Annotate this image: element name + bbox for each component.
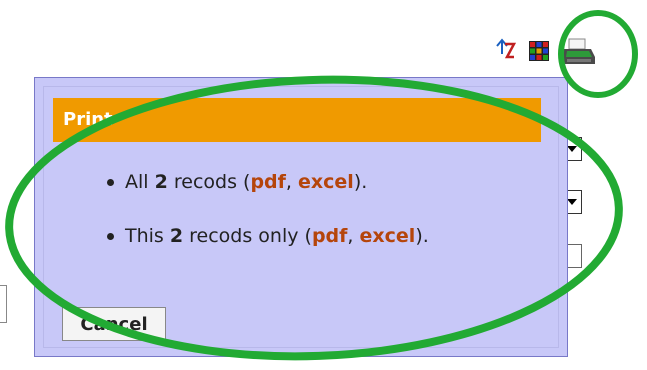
list-item: All 2 recods (pdf, excel).: [107, 171, 429, 225]
option-text: recods (: [167, 171, 251, 193]
background-input[interactable]: [0, 285, 7, 323]
print-dialog: Print All 2 recods (pdf, excel). This 2 …: [34, 77, 568, 357]
pdf-link[interactable]: pdf: [250, 171, 285, 193]
cancel-button[interactable]: Cancel: [62, 307, 166, 341]
chevron-down-icon: [567, 199, 577, 205]
separator: ,: [285, 171, 299, 193]
sort-icon[interactable]: [494, 38, 516, 60]
dialog-title: Print: [53, 98, 541, 142]
option-text: ).: [353, 171, 368, 193]
option-text: recods only (: [183, 225, 312, 247]
option-text: All: [125, 171, 155, 193]
excel-link[interactable]: excel: [360, 225, 416, 247]
excel-link[interactable]: excel: [298, 171, 354, 193]
grid-icon[interactable]: [529, 41, 549, 61]
print-options-list: All 2 recods (pdf, excel). This 2 recods…: [107, 171, 429, 279]
record-count: 2: [154, 171, 168, 193]
separator: ,: [347, 225, 360, 247]
option-text: This: [125, 225, 170, 247]
list-item: This 2 recods only (pdf, excel).: [107, 225, 429, 279]
chevron-down-icon: [567, 146, 577, 152]
record-count: 2: [169, 225, 184, 247]
pdf-link[interactable]: pdf: [312, 225, 347, 247]
printer-icon[interactable]: [561, 37, 597, 67]
option-text: ).: [415, 225, 429, 247]
